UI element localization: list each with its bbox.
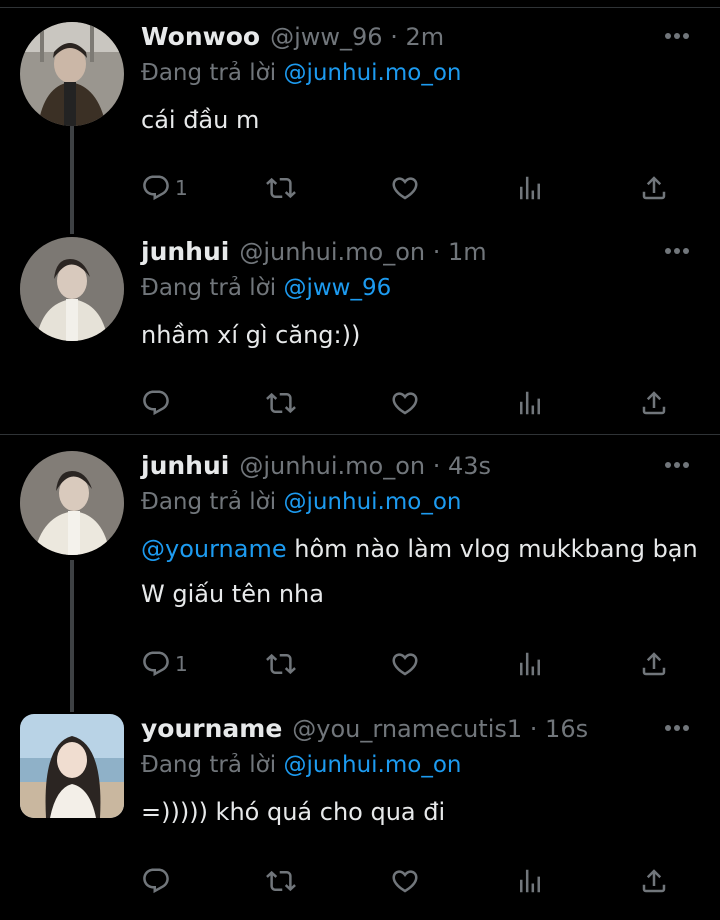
timestamp[interactable]: 43s [448, 452, 491, 480]
reply-icon [141, 388, 171, 418]
more-icon[interactable] [664, 724, 690, 732]
thread-divider [0, 434, 720, 435]
reply-icon [141, 649, 171, 679]
handle[interactable]: @junhui.mo_on [239, 452, 425, 480]
display-name[interactable]: junhui [141, 451, 229, 480]
more-icon[interactable] [664, 247, 690, 255]
tweet-text: nhầm xí gì căng:)) [141, 313, 700, 358]
retweet-button[interactable] [266, 864, 296, 898]
tweet[interactable]: junhui @junhui.mo_on · 1m Đang trả lời @… [0, 237, 720, 427]
tweet-text: =))))) khó quá cho qua đi [141, 790, 700, 835]
reply-prefix: Đang trả lời [141, 489, 277, 515]
share-button[interactable] [639, 647, 669, 681]
tweet-body: cái đầu m [141, 106, 260, 134]
action-bar [141, 864, 681, 898]
reply-count: 1 [175, 176, 188, 200]
views-icon [515, 388, 545, 418]
handle-time: @jww_96 · 2m [270, 23, 445, 51]
views-icon [515, 866, 545, 896]
share-button[interactable] [639, 864, 669, 898]
reply-prefix: Đang trả lời [141, 752, 277, 778]
reply-mention[interactable]: @junhui.mo_on [283, 489, 461, 515]
share-button[interactable] [639, 386, 669, 420]
action-bar [141, 386, 681, 420]
like-button[interactable] [390, 386, 420, 420]
retweet-button[interactable] [266, 386, 296, 420]
reply-mention[interactable]: @junhui.mo_on [283, 752, 461, 778]
replying-to: Đang trả lời @junhui.mo_on [141, 752, 700, 784]
display-name[interactable]: junhui [141, 237, 229, 266]
tweet-text: cái đầu m [141, 98, 700, 143]
action-bar: 1 [141, 647, 681, 681]
retweet-icon [266, 649, 296, 679]
views-button[interactable] [515, 864, 545, 898]
retweet-icon [266, 173, 296, 203]
handle-time: @junhui.mo_on · 43s [239, 452, 492, 480]
more-icon[interactable] [664, 461, 690, 469]
timestamp[interactable]: 2m [405, 23, 444, 51]
like-button[interactable] [390, 647, 420, 681]
tweet-body: =))))) khó quá cho qua đi [141, 798, 446, 826]
action-bar: 1 [141, 171, 681, 205]
avatar[interactable] [20, 714, 124, 818]
display-name[interactable]: yourname [141, 714, 282, 743]
heart-icon [390, 866, 420, 896]
retweet-button[interactable] [266, 171, 296, 205]
reply-mention[interactable]: @junhui.mo_on [283, 60, 461, 86]
reply-prefix: Đang trả lời [141, 60, 277, 86]
heart-icon [390, 388, 420, 418]
handle[interactable]: @junhui.mo_on [239, 238, 425, 266]
share-button[interactable] [639, 171, 669, 205]
reply-icon [141, 866, 171, 896]
reply-button[interactable]: 1 [141, 171, 188, 205]
tweet-text: @yourname hôm nào làm vlog mukkbang bạn … [141, 527, 700, 617]
retweet-icon [266, 866, 296, 896]
more-icon[interactable] [664, 32, 690, 40]
retweet-button[interactable] [266, 647, 296, 681]
share-icon [639, 866, 669, 896]
retweet-icon [266, 388, 296, 418]
display-name[interactable]: Wonwoo [141, 22, 260, 51]
reply-mention[interactable]: @jww_96 [283, 275, 391, 301]
views-button[interactable] [515, 386, 545, 420]
views-button[interactable] [515, 647, 545, 681]
share-icon [639, 388, 669, 418]
views-icon [515, 649, 545, 679]
replying-to: Đang trả lời @jww_96 [141, 275, 700, 307]
views-icon [515, 173, 545, 203]
share-icon [639, 649, 669, 679]
share-icon [639, 173, 669, 203]
text-mention[interactable]: @yourname [141, 535, 287, 563]
reply-button[interactable]: 1 [141, 647, 188, 681]
avatar[interactable] [20, 22, 124, 126]
handle-time: @you_rnamecutis1 · 16s [292, 715, 589, 743]
reply-prefix: Đang trả lời [141, 275, 277, 301]
heart-icon [390, 173, 420, 203]
handle[interactable]: @jww_96 [270, 23, 382, 51]
avatar[interactable] [20, 237, 124, 341]
reply-button[interactable] [141, 864, 175, 898]
like-button[interactable] [390, 864, 420, 898]
top-divider [0, 7, 720, 8]
tweet[interactable]: yourname @you_rnamecutis1 · 16s Đang trả… [0, 714, 720, 904]
reply-icon [141, 173, 171, 203]
tweet-body: nhầm xí gì căng:)) [141, 321, 361, 349]
heart-icon [390, 649, 420, 679]
tweet[interactable]: Wonwoo @jww_96 · 2m Đang trả lời @junhui… [0, 22, 720, 227]
timestamp[interactable]: 16s [545, 715, 588, 743]
timestamp[interactable]: 1m [448, 238, 487, 266]
tweet[interactable]: junhui @junhui.mo_on · 43s Đang trả lời … [0, 451, 720, 691]
like-button[interactable] [390, 171, 420, 205]
replying-to: Đang trả lời @junhui.mo_on [141, 489, 700, 521]
handle[interactable]: @you_rnamecutis1 [292, 715, 522, 743]
reply-button[interactable] [141, 386, 175, 420]
avatar[interactable] [20, 451, 124, 555]
views-button[interactable] [515, 171, 545, 205]
handle-time: @junhui.mo_on · 1m [239, 238, 487, 266]
reply-count: 1 [175, 652, 188, 676]
replying-to: Đang trả lời @junhui.mo_on [141, 60, 700, 92]
